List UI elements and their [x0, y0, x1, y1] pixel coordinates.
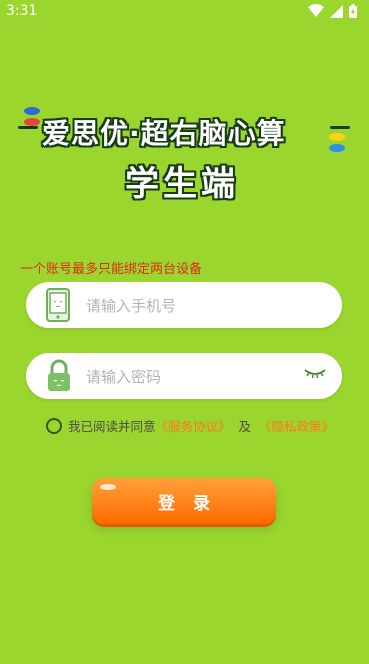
agreement-and: 及: [238, 419, 252, 434]
login-button[interactable]: 登录: [92, 478, 276, 524]
title-line1: 爱思优·超右脑心算: [42, 117, 286, 150]
battery-icon: [349, 4, 357, 18]
phone-input[interactable]: [84, 290, 308, 322]
title-line2: 学生端: [125, 164, 239, 204]
agreement-text: 我已阅读并同意: [68, 419, 156, 434]
button-shine: [100, 484, 116, 490]
signal-icon: [330, 4, 343, 18]
wifi-icon: [308, 4, 324, 17]
status-icons: [308, 4, 357, 18]
device-limit-notice: 一个账号最多只能绑定两台设备: [20, 262, 203, 277]
password-field: [26, 353, 342, 399]
app-title: 爱思优·超右脑心算 学生端: [0, 100, 369, 210]
agreement-row: 我已阅读并同意 《服务协议》 及 《隐私政策》: [46, 416, 334, 435]
status-bar: 3:31: [0, 0, 369, 24]
privacy-policy-link[interactable]: 《隐私政策》: [259, 416, 334, 435]
eye-closed-icon[interactable]: [304, 367, 326, 379]
service-agreement-link[interactable]: 《服务协议》: [156, 416, 231, 435]
password-input[interactable]: [84, 361, 308, 393]
phone-field: [26, 282, 342, 328]
login-button-label: 登录: [158, 493, 228, 514]
deco-ovals-right-icon: [329, 133, 345, 152]
agree-radio[interactable]: [46, 417, 62, 434]
phone-icon: [46, 288, 70, 322]
status-time: 3:31: [6, 3, 38, 19]
deco-ovals-left-icon: [24, 107, 40, 126]
lock-icon: [48, 359, 70, 391]
